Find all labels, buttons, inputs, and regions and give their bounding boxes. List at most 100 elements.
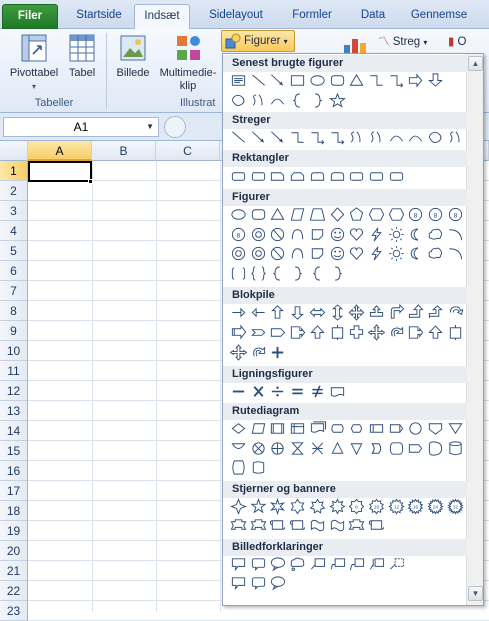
row-header-10[interactable]: 10: [0, 341, 28, 361]
gallery-shape-icon[interactable]: [368, 72, 385, 89]
row-header-4[interactable]: 4: [0, 221, 28, 241]
gallery-shape-icon[interactable]: [427, 226, 444, 243]
gallery-shape-icon[interactable]: [230, 245, 247, 262]
scroll-up-button[interactable]: ▲: [468, 56, 483, 71]
gallery-shape-icon[interactable]: [250, 440, 267, 457]
row-header-11[interactable]: 11: [0, 361, 28, 381]
gallery-shape-icon[interactable]: [368, 245, 385, 262]
gallery-shape-icon[interactable]: [289, 245, 306, 262]
gallery-shape-icon[interactable]: [388, 206, 405, 223]
select-all-corner[interactable]: [0, 141, 28, 161]
gallery-shape-icon[interactable]: [269, 324, 286, 341]
gallery-shape-icon[interactable]: [269, 265, 286, 282]
gallery-shape-icon[interactable]: 12: [388, 498, 405, 515]
gallery-shape-icon[interactable]: [230, 517, 247, 534]
shapes-button[interactable]: Figurer ▾: [221, 30, 295, 52]
gallery-shape-icon[interactable]: [309, 517, 326, 534]
gallery-shape-icon[interactable]: [269, 383, 286, 400]
gallery-shape-icon[interactable]: [289, 206, 306, 223]
gallery-shape-icon[interactable]: [388, 324, 405, 341]
gallery-shape-icon[interactable]: [269, 245, 286, 262]
gallery-shape-icon[interactable]: [289, 383, 306, 400]
gallery-shape-icon[interactable]: [309, 129, 326, 146]
gallery-shape-icon[interactable]: [407, 304, 424, 321]
clipart-button[interactable]: Multimedie- klip: [156, 32, 220, 93]
gallery-shape-icon[interactable]: [230, 440, 247, 457]
gallery-shape-icon[interactable]: [230, 344, 247, 361]
gallery-shape-icon[interactable]: [388, 440, 405, 457]
gallery-shape-icon[interactable]: [230, 383, 247, 400]
gallery-shape-icon[interactable]: [250, 324, 267, 341]
gallery-shape-icon[interactable]: [309, 420, 326, 437]
tab-startside[interactable]: Startside: [66, 4, 132, 29]
gallery-shape-icon[interactable]: [289, 324, 306, 341]
column-header-c[interactable]: C: [156, 141, 220, 161]
gallery-shape-icon[interactable]: [230, 459, 247, 476]
gallery-shape-icon[interactable]: [329, 304, 346, 321]
gallery-shape-icon[interactable]: [328, 498, 346, 515]
row-header-5[interactable]: 5: [0, 241, 28, 261]
gallery-shape-icon[interactable]: [309, 383, 326, 400]
gallery-shape-icon[interactable]: [329, 324, 346, 341]
gallery-shape-icon[interactable]: [250, 72, 267, 89]
picture-button[interactable]: Billede: [112, 32, 154, 80]
gallery-shape-icon[interactable]: [447, 420, 464, 437]
gallery-shape-icon[interactable]: undefined: [269, 459, 286, 476]
gallery-shape-icon[interactable]: [329, 245, 346, 262]
gallery-shape-icon[interactable]: [407, 226, 424, 243]
gallery-shape-icon[interactable]: [447, 245, 464, 262]
gallery-shape-icon[interactable]: [407, 245, 424, 262]
row-header-18[interactable]: 18: [0, 501, 28, 521]
gallery-shape-icon[interactable]: [250, 265, 267, 282]
gallery-shape-icon[interactable]: [230, 72, 247, 89]
gallery-shape-icon[interactable]: [348, 206, 365, 223]
gallery-shape-icon[interactable]: [427, 324, 444, 341]
gallery-shape-icon[interactable]: [230, 304, 247, 321]
gallery-shape-icon[interactable]: [368, 440, 385, 457]
gallery-shape-icon[interactable]: [427, 440, 444, 457]
gallery-shape-icon[interactable]: [407, 440, 424, 457]
gallery-shape-icon[interactable]: [309, 265, 326, 282]
tab-sidelayout[interactable]: Sidelayout: [196, 4, 276, 29]
row-header-8[interactable]: 8: [0, 301, 28, 321]
column-header-a[interactable]: A: [28, 141, 92, 161]
row-header-21[interactable]: 21: [0, 561, 28, 581]
gallery-shape-icon[interactable]: [329, 556, 346, 573]
gallery-shape-icon[interactable]: [427, 72, 444, 89]
gallery-shape-icon[interactable]: [427, 245, 444, 262]
gallery-shape-icon[interactable]: [407, 129, 424, 146]
gallery-shape-icon[interactable]: [388, 245, 405, 262]
chevron-down-icon[interactable]: ▼: [146, 118, 154, 136]
gallery-shape-icon[interactable]: [368, 420, 385, 437]
gallery-shape-icon[interactable]: [427, 304, 444, 321]
row-header-22[interactable]: 22: [0, 581, 28, 601]
gallery-shape-icon[interactable]: [348, 72, 365, 89]
gallery-shape-icon[interactable]: [250, 498, 267, 515]
gallery-shape-icon[interactable]: [269, 344, 286, 361]
gallery-shape-icon[interactable]: [269, 420, 286, 437]
tab-file[interactable]: Filer: [2, 4, 58, 29]
gallery-shape-icon[interactable]: [309, 92, 326, 109]
gallery-shape-icon[interactable]: [309, 72, 326, 89]
gallery-shape-icon[interactable]: [250, 575, 267, 592]
row-header-12[interactable]: 12: [0, 381, 28, 401]
gallery-shape-icon[interactable]: [289, 498, 306, 515]
gallery-shape-icon[interactable]: [230, 556, 247, 573]
gallery-shape-icon[interactable]: [309, 206, 326, 223]
gallery-shape-icon[interactable]: [447, 440, 464, 457]
gallery-shape-icon[interactable]: 16: [407, 498, 424, 515]
gallery-shape-icon[interactable]: [388, 226, 405, 243]
gallery-shape-icon[interactable]: 8: [427, 206, 444, 223]
gallery-shape-icon[interactable]: [388, 556, 405, 573]
gallery-shape-icon[interactable]: [388, 129, 405, 146]
gallery-shape-icon[interactable]: [250, 206, 267, 223]
column-header-b[interactable]: B: [92, 141, 156, 161]
gallery-shape-icon[interactable]: [388, 304, 405, 321]
gallery-shape-icon[interactable]: [289, 420, 306, 437]
gallery-shape-icon[interactable]: [348, 556, 365, 573]
gallery-shape-icon[interactable]: [250, 556, 267, 573]
tab-data[interactable]: Data: [350, 4, 396, 29]
gallery-shape-icon[interactable]: [388, 72, 405, 89]
partial-button[interactable]: ▮ O: [448, 32, 489, 52]
gallery-shape-icon[interactable]: [348, 129, 365, 146]
